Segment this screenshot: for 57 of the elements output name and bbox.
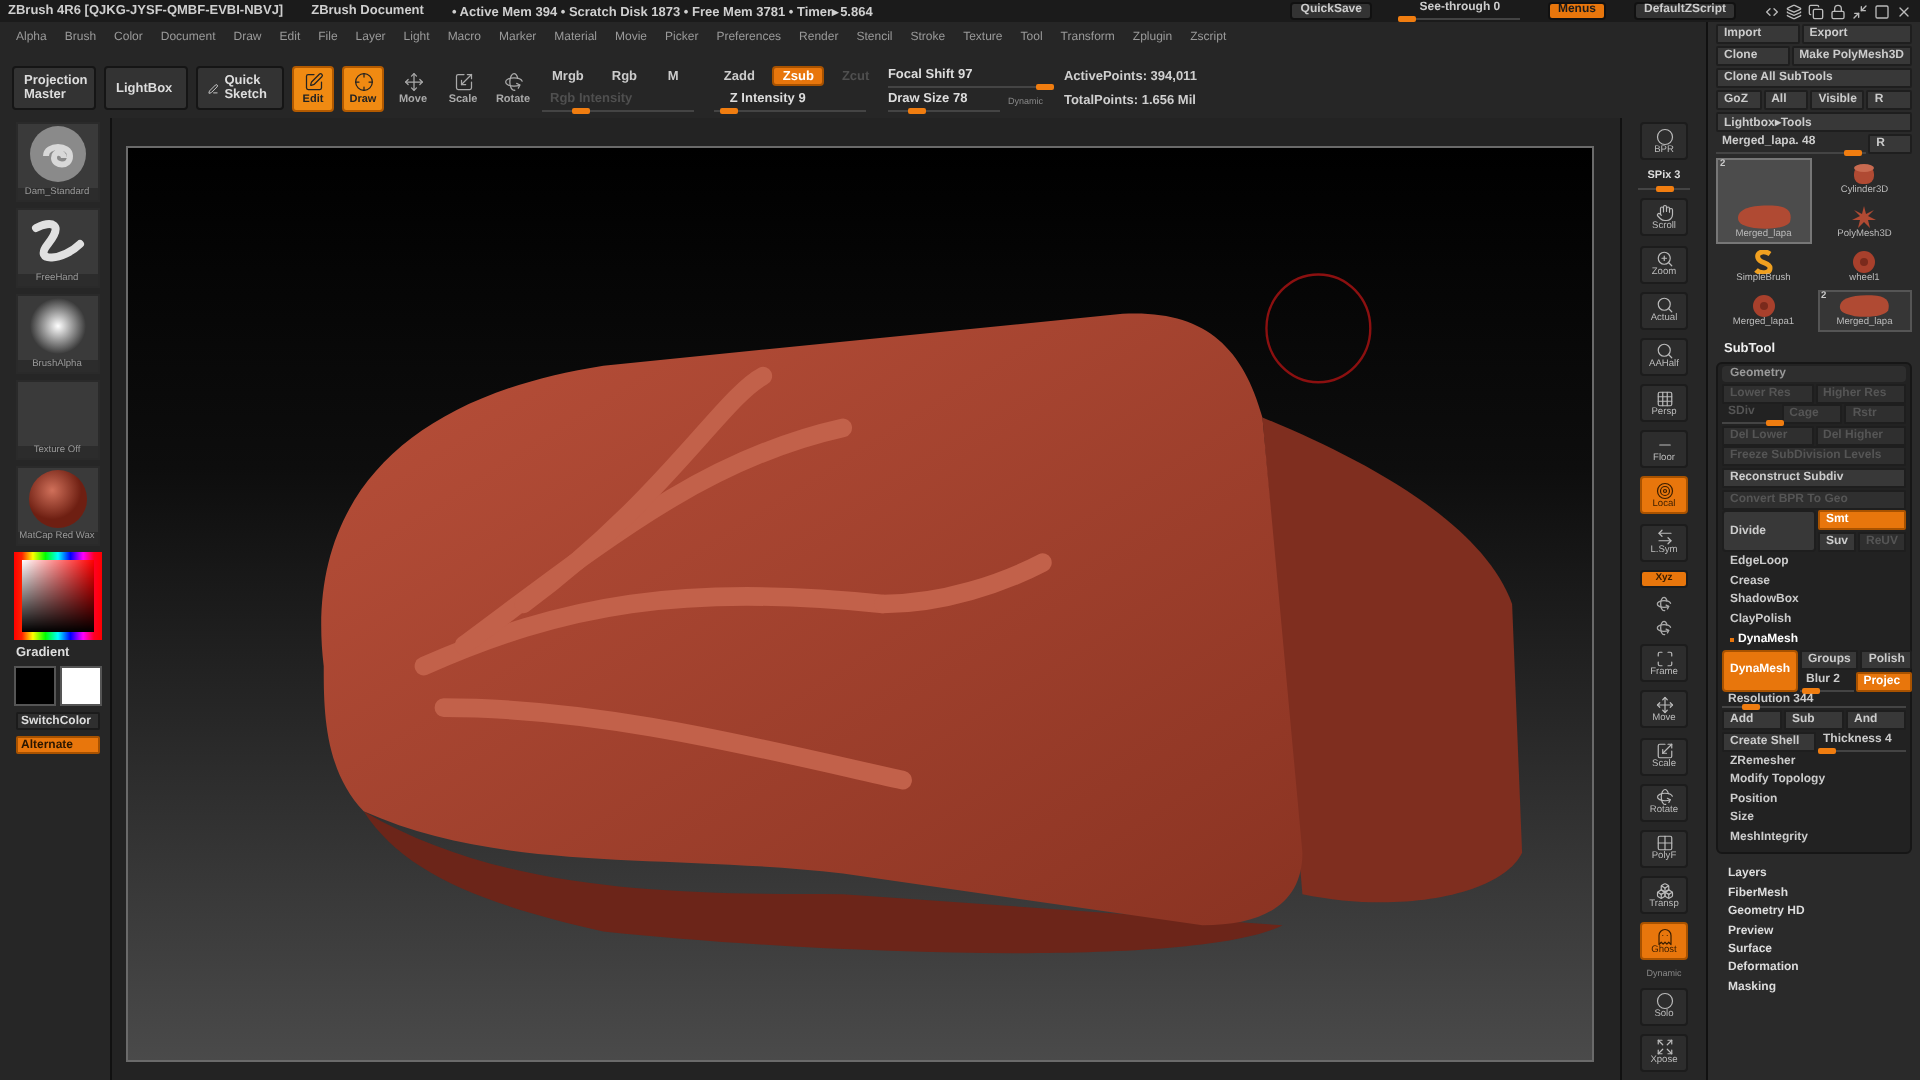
- cylinder-icon: [1852, 162, 1877, 186]
- model-thumbnail-icon: [1733, 202, 1794, 230]
- ghost-icon: [1655, 927, 1673, 946]
- grid-icon: [1655, 834, 1673, 853]
- minimize-icon[interactable]: [1852, 3, 1868, 19]
- magnifier-icon: [1655, 296, 1673, 315]
- symmetry-arrows-icon: [1655, 528, 1673, 547]
- slider-thumb[interactable]: [1397, 16, 1416, 22]
- move-arrows-icon: [1655, 695, 1673, 714]
- slider-thumb[interactable]: [1656, 186, 1674, 193]
- scale-icon: [453, 71, 473, 91]
- material-sphere-icon: [25, 468, 89, 530]
- rotate-icon[interactable]: [1656, 620, 1672, 637]
- boxes-icon: [1655, 881, 1673, 900]
- scale-icon: [1655, 742, 1673, 761]
- slider-thumb[interactable]: [1035, 83, 1054, 89]
- pen-square-icon: [303, 71, 323, 91]
- wheel-icon: [1751, 294, 1776, 318]
- target-icon: [1655, 481, 1673, 500]
- rotate-icon: [503, 71, 523, 91]
- slider-thumb[interactable]: [1802, 687, 1821, 694]
- expanded-marker-icon: [1730, 637, 1734, 642]
- move-arrows-icon: [403, 71, 423, 91]
- color-swatch[interactable]: [13, 666, 55, 706]
- clay-brush-icon: [27, 124, 87, 184]
- model-thumbnail-icon: [1834, 292, 1895, 318]
- hand-icon: [1655, 203, 1673, 222]
- slider-thumb[interactable]: [1741, 704, 1760, 711]
- crosshair-icon: [353, 71, 373, 91]
- color-picker[interactable]: [13, 552, 101, 640]
- expand-icon: [1655, 1038, 1673, 1057]
- color-swatch[interactable]: [59, 666, 101, 706]
- frame-icon: [1655, 649, 1673, 668]
- slider-thumb[interactable]: [907, 107, 926, 113]
- close-icon[interactable]: [1896, 3, 1912, 19]
- magnifier-icon: [1655, 342, 1673, 361]
- brush-s-icon: [1751, 250, 1776, 274]
- layers-icon[interactable]: [1786, 3, 1802, 19]
- wheel-icon: [1852, 250, 1877, 274]
- maximize-icon[interactable]: [1874, 3, 1890, 19]
- copy-icon[interactable]: [1808, 3, 1824, 19]
- rotate-icon: [1655, 788, 1673, 807]
- arrows-icon[interactable]: [1764, 3, 1780, 19]
- slider-thumb[interactable]: [1843, 150, 1862, 156]
- sphere-icon: [1655, 127, 1673, 145]
- grid-icon: [1655, 389, 1673, 408]
- brush-cursor-icon: [1265, 273, 1372, 384]
- squiggle-stroke-icon: [27, 216, 87, 268]
- star-icon: [1852, 206, 1877, 230]
- lock-icon[interactable]: [1830, 3, 1846, 19]
- soft-dot-icon: [27, 296, 87, 356]
- circle-icon: [1655, 992, 1673, 1011]
- sketch-icon: [208, 79, 219, 97]
- rotate-icon[interactable]: [1656, 595, 1672, 612]
- slider-thumb[interactable]: [1817, 747, 1836, 753]
- zoom-icon: [1655, 250, 1673, 269]
- slider-thumb[interactable]: [719, 107, 738, 113]
